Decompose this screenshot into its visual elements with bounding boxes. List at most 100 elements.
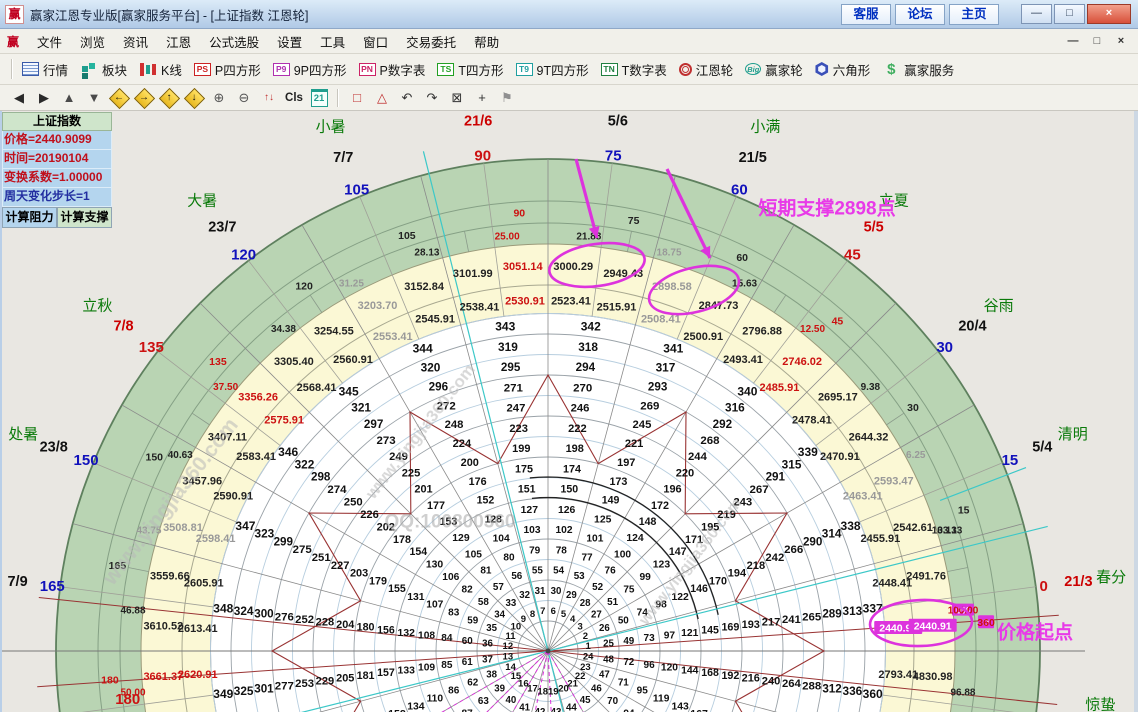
maximize-button[interactable]: □ bbox=[1054, 4, 1085, 24]
svg-text:194: 194 bbox=[728, 568, 747, 580]
svg-text:26: 26 bbox=[599, 623, 610, 634]
close-button[interactable]: × bbox=[1087, 4, 1131, 24]
toolbar-item-赢家轮[interactable]: Big赢家轮 bbox=[739, 60, 809, 79]
svg-text:251: 251 bbox=[312, 552, 331, 564]
menu-item-江恩[interactable]: 江恩 bbox=[157, 32, 200, 51]
svg-text:77: 77 bbox=[581, 552, 593, 563]
svg-text:8: 8 bbox=[530, 609, 535, 620]
toolbar-item-P四方形[interactable]: PSP四方形 bbox=[188, 60, 267, 79]
menu-item-工具[interactable]: 工具 bbox=[311, 32, 354, 51]
svg-text:2478.41: 2478.41 bbox=[792, 414, 832, 426]
toolbar-item-行情[interactable]: 行情 bbox=[16, 60, 74, 79]
menu-logo-icon: 赢 bbox=[7, 33, 19, 50]
svg-text:75: 75 bbox=[628, 215, 640, 227]
svg-text:90: 90 bbox=[474, 148, 491, 165]
toolbar-item-K线[interactable]: K线 bbox=[133, 60, 188, 79]
svg-text:125: 125 bbox=[594, 515, 612, 526]
svg-text:146: 146 bbox=[690, 583, 708, 595]
svg-text:2560.91: 2560.91 bbox=[333, 354, 373, 366]
square-tool-icon[interactable]: □ bbox=[346, 88, 368, 108]
child-close-button[interactable]: × bbox=[1112, 34, 1130, 48]
svg-text:315: 315 bbox=[782, 457, 802, 471]
titlebar-link-客服[interactable]: 客服 bbox=[841, 4, 891, 25]
toolbar-item-板块[interactable]: 板块 bbox=[74, 60, 133, 79]
badge-ts-icon: TS bbox=[437, 63, 454, 76]
menu-bar: 赢 文件浏览资讯江恩公式选股设置工具窗口交易委托帮助 — □ × bbox=[0, 29, 1138, 54]
svg-text:2463.41: 2463.41 bbox=[843, 491, 883, 503]
diamond-right-icon[interactable]: → bbox=[133, 88, 155, 108]
diamond-left-icon[interactable]: ← bbox=[108, 88, 130, 108]
menu-item-资讯[interactable]: 资讯 bbox=[114, 32, 157, 51]
svg-text:180: 180 bbox=[115, 691, 140, 708]
arrow-up-icon[interactable]: ▲ bbox=[58, 88, 80, 108]
zoom-out-icon[interactable]: ⊖ bbox=[233, 88, 255, 108]
minimize-button[interactable]: — bbox=[1021, 4, 1052, 24]
menu-item-浏览[interactable]: 浏览 bbox=[71, 32, 114, 51]
svg-text:176: 176 bbox=[469, 476, 487, 488]
svg-text:45: 45 bbox=[832, 316, 844, 328]
svg-text:25.00: 25.00 bbox=[495, 232, 520, 243]
svg-text:3305.40: 3305.40 bbox=[274, 356, 314, 368]
toolbar-item-9P四方形[interactable]: P99P四方形 bbox=[267, 60, 353, 79]
updown-icon[interactable]: ↑↓ bbox=[258, 88, 280, 108]
arrow-left-icon[interactable]: ◀ bbox=[8, 88, 30, 108]
svg-text:38: 38 bbox=[486, 670, 497, 681]
toolbar-item-9T四方形[interactable]: T99T四方形 bbox=[510, 60, 595, 79]
rotate-cw-icon[interactable]: ↷ bbox=[421, 88, 443, 108]
zoom-in-icon[interactable]: ⊕ bbox=[208, 88, 230, 108]
svg-text:83: 83 bbox=[448, 607, 460, 618]
svg-text:62: 62 bbox=[467, 678, 478, 689]
svg-text:360: 360 bbox=[977, 617, 995, 629]
menu-item-文件[interactable]: 文件 bbox=[28, 32, 71, 51]
menu-item-帮助[interactable]: 帮助 bbox=[465, 32, 508, 51]
svg-text:处暑: 处暑 bbox=[8, 426, 38, 443]
child-window-controls: — □ × bbox=[1064, 34, 1138, 48]
toolbar-item-赢家服务[interactable]: $赢家服务 bbox=[876, 60, 960, 79]
menu-item-公式选股[interactable]: 公式选股 bbox=[200, 32, 268, 51]
arrow-down-icon[interactable]: ▼ bbox=[83, 88, 105, 108]
svg-text:3000.29: 3000.29 bbox=[553, 261, 593, 273]
toolbar-item-P数字表[interactable]: PNP数字表 bbox=[353, 60, 432, 79]
svg-text:127: 127 bbox=[521, 505, 539, 516]
calc-support-button[interactable]: 计算支撑 bbox=[57, 207, 112, 228]
crosshair-icon[interactable]: + bbox=[471, 88, 493, 108]
menu-item-窗口[interactable]: 窗口 bbox=[354, 32, 397, 51]
gann-wheel[interactable]: 1234567891011121314151617181920212223242… bbox=[0, 111, 1138, 712]
diamond-down-icon[interactable]: ↓ bbox=[183, 88, 205, 108]
svg-text:28.13: 28.13 bbox=[414, 247, 439, 258]
titlebar-link-论坛[interactable]: 论坛 bbox=[895, 4, 945, 25]
menu-item-设置[interactable]: 设置 bbox=[268, 32, 311, 51]
pin-icon[interactable]: ⚑ bbox=[496, 88, 518, 108]
triangle-tool-icon[interactable]: △ bbox=[371, 88, 393, 108]
menu-item-交易委托[interactable]: 交易委托 bbox=[397, 32, 465, 51]
toolbar-item-江恩轮[interactable]: 江恩轮 bbox=[673, 60, 740, 79]
svg-text:337: 337 bbox=[863, 601, 883, 615]
svg-text:51: 51 bbox=[607, 597, 618, 608]
toolbar-item-T数字表[interactable]: TNT数字表 bbox=[595, 60, 673, 79]
svg-text:2583.41: 2583.41 bbox=[236, 451, 276, 463]
titlebar-link-主页[interactable]: 主页 bbox=[949, 4, 999, 25]
toolbar-item-六角形[interactable]: 六角形 bbox=[809, 60, 877, 79]
arrow-right-icon[interactable]: ▶ bbox=[33, 88, 55, 108]
svg-text:265: 265 bbox=[802, 611, 822, 623]
index-name: 上证指数 bbox=[2, 112, 112, 131]
calendar-icon[interactable]: 21 bbox=[308, 88, 330, 108]
calc-resistance-button[interactable]: 计算阻力 bbox=[2, 207, 57, 228]
svg-text:59: 59 bbox=[467, 615, 478, 626]
svg-text:惊蛰: 惊蛰 bbox=[1085, 696, 1115, 712]
svg-text:春分: 春分 bbox=[1096, 569, 1126, 586]
diamond-up-icon[interactable]: ↑ bbox=[158, 88, 180, 108]
svg-text:54: 54 bbox=[553, 566, 564, 577]
rotate-ccw-icon[interactable]: ↶ bbox=[396, 88, 418, 108]
svg-text:3508.81: 3508.81 bbox=[163, 522, 203, 534]
child-restore-button[interactable]: □ bbox=[1088, 34, 1106, 48]
child-minimize-button[interactable]: — bbox=[1064, 34, 1082, 48]
svg-text:321: 321 bbox=[351, 401, 371, 415]
toolbar-item-T四方形[interactable]: TST四方形 bbox=[431, 60, 509, 79]
svg-text:7/8: 7/8 bbox=[113, 318, 133, 334]
box-x-icon[interactable]: ⊠ bbox=[446, 88, 468, 108]
svg-text:2493.41: 2493.41 bbox=[723, 354, 763, 366]
cls-button[interactable]: Cls bbox=[283, 88, 305, 108]
svg-text:177: 177 bbox=[427, 500, 445, 512]
svg-text:154: 154 bbox=[409, 546, 427, 558]
